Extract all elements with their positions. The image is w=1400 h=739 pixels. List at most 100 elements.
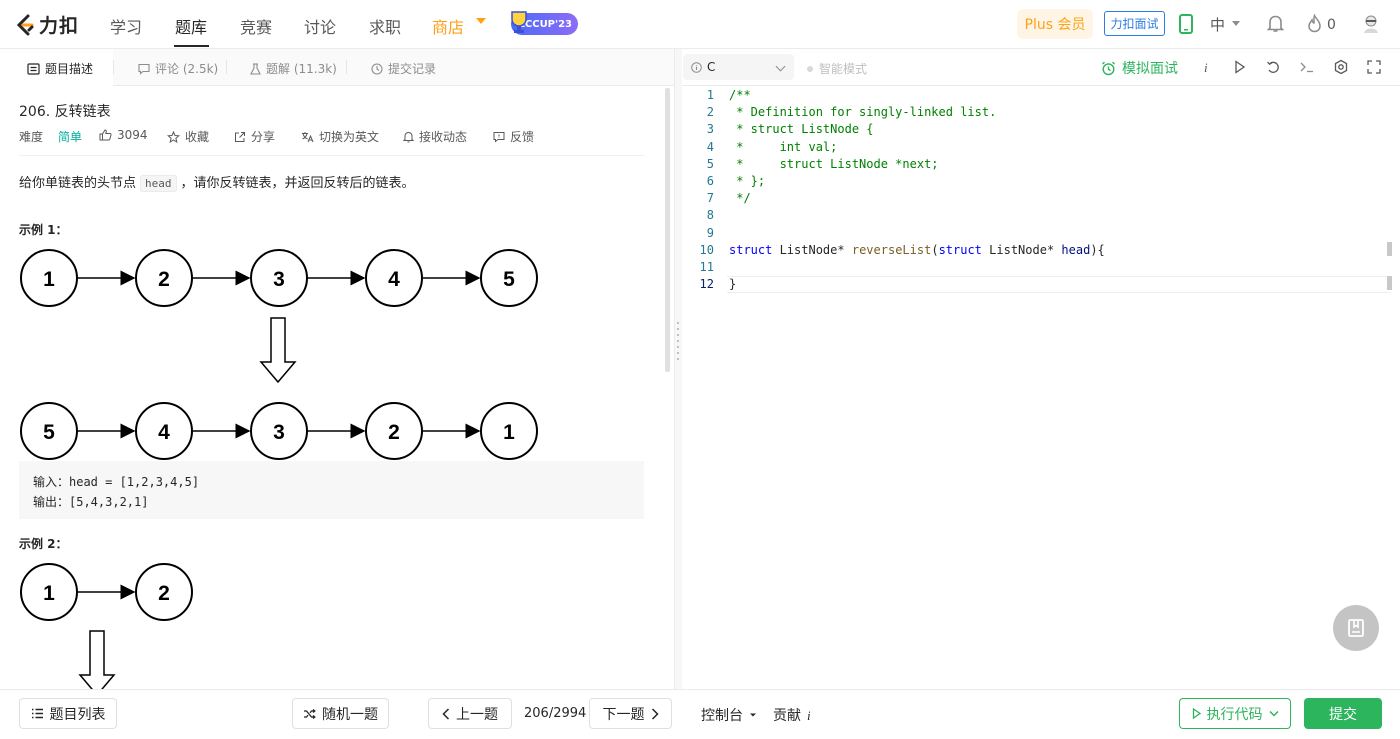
node: 2 [135,249,193,307]
language-caret-icon[interactable] [1232,21,1240,26]
streak-count: 0 [1327,17,1336,33]
example-2-title: 示例 2： [19,537,68,551]
translate-icon [302,131,314,142]
line-number: 5 [706,157,714,171]
prev-problem-button[interactable]: 上一题 [428,698,512,729]
left-panel-scrollbar[interactable] [665,88,670,372]
svg-text:i: i [1204,60,1208,75]
mobile-app-icon[interactable] [1178,14,1194,34]
nav-jobs[interactable]: 求职 [369,14,401,38]
node-value: 2 [158,582,170,605]
submit-button[interactable]: 提交 [1304,698,1382,729]
code-token-paren: ( [931,243,939,257]
contribute-button[interactable]: 贡献 i [773,705,813,725]
info-italic-icon[interactable]: i [1203,59,1211,75]
settings-gear-icon[interactable] [1333,59,1349,75]
node: 3 [250,249,308,307]
tab-submissions[interactable]: 提交记录 [371,60,436,77]
notebook-icon [1348,619,1364,637]
like-button[interactable]: 3094 [99,128,148,142]
share-label: 分享 [251,130,276,144]
play-icon[interactable] [1234,59,1246,75]
leetcode-logo[interactable]: 力扣 [14,11,79,38]
favorite-button[interactable]: 收藏 [167,128,209,145]
list-after: 5 4 3 2 1 [20,402,538,460]
random-problem-button[interactable]: 随机一题 [292,698,389,729]
code-language-value: C [707,60,716,74]
notify-button[interactable]: 接收动态 [403,128,467,145]
line-number: 3 [706,122,714,136]
tab-comments[interactable]: 评论 (2.5k) [138,60,218,77]
notes-float-button[interactable] [1333,605,1379,651]
code-editor[interactable] [682,86,1400,689]
example-2-diagram: 1 2 [20,563,193,689]
terminal-icon[interactable] [1299,59,1315,75]
line-number: 4 [706,140,714,154]
code-line: * Definition for singly-linked list. [729,105,997,119]
example-1-title: 示例 1： [19,223,68,237]
example-1-output: 输出：[5,4,3,2,1] [33,495,149,509]
interview-button[interactable]: 力扣面试 [1104,11,1165,36]
chevron-left-icon [442,707,450,720]
line-number: 9 [706,226,714,240]
reset-icon[interactable] [1266,59,1280,75]
switch-language-button[interactable]: 切换为英文 [301,128,379,145]
tab-description[interactable]: 题目描述 [27,60,93,77]
example-1-input: 输入：head = [1,2,3,4,5] [33,475,200,489]
code-line: * int val; [729,140,838,154]
feedback-icon [493,131,505,143]
avatar-icon[interactable] [1362,14,1380,34]
node-value: 4 [158,421,170,444]
nav-discuss[interactable]: 讨论 [304,14,336,38]
node: 1 [20,563,78,621]
fire-streak-icon[interactable] [1307,14,1322,33]
play-icon [1192,708,1201,719]
console-toggle[interactable]: 控制台 [701,705,757,725]
node-value: 3 [273,268,285,291]
line-number-active: 12 [699,277,714,291]
run-code-label: 执行代码 [1206,706,1263,723]
plus-member-button[interactable]: Plus 会员 [1017,9,1093,39]
chevron-down-icon[interactable] [1268,710,1279,717]
node: 5 [20,402,78,460]
node: 4 [135,402,193,460]
splitter-grip-icon[interactable] [677,322,679,364]
code-language-select[interactable]: C [683,54,794,80]
problem-list-button[interactable]: 题目列表 [19,698,117,729]
caret-down-icon [750,713,756,717]
nav-shop[interactable]: 商店 [432,14,464,38]
notify-label: 接收动态 [419,130,468,144]
bell-small-icon [403,131,414,142]
share-button[interactable]: 分享 [234,128,275,145]
shop-dropdown-caret-icon[interactable] [476,18,486,24]
node: 3 [250,402,308,460]
like-count: 3094 [117,128,148,142]
nav-contest[interactable]: 竞赛 [240,14,272,38]
lccup-event-badge[interactable]: LCCUP'23 [511,11,578,35]
run-code-button[interactable]: 执行代码 [1179,698,1291,729]
next-problem-button[interactable]: 下一题 [589,698,672,729]
smart-mode-toggle[interactable]: 智能模式 [807,60,867,77]
language-switch[interactable]: 中 [1210,14,1225,35]
top-navbar: 力扣 学习 题库 竞赛 讨论 求职 商店 LCCUP'23 Plus 会员 力扣… [0,0,1400,49]
problem-tabs-bar [0,49,674,86]
down-arrow-icon [78,630,116,689]
feedback-button[interactable]: 反馈 [493,128,534,145]
difficulty-row: 难度 简单 [19,128,82,145]
alarm-clock-icon [1102,61,1115,75]
line-number: 6 [706,174,714,188]
mock-interview-button[interactable]: 模拟面试 [1101,58,1178,78]
panel-splitter[interactable] [674,49,682,689]
difficulty-label: 难度 [19,130,44,144]
tab-solutions-label: 题解 (11.3k) [266,62,337,76]
tab-solutions[interactable]: 题解 (11.3k) [250,60,337,77]
nav-problemset[interactable]: 题库 [175,14,207,38]
share-icon [235,131,245,142]
code-token-keyword: struct [729,243,773,257]
fullscreen-icon[interactable] [1366,59,1382,75]
trophy-icon [511,11,527,33]
bell-icon[interactable] [1267,14,1284,33]
mock-interview-label: 模拟面试 [1122,61,1178,77]
console-label: 控制台 [701,708,743,724]
nav-learn[interactable]: 学习 [110,14,142,38]
